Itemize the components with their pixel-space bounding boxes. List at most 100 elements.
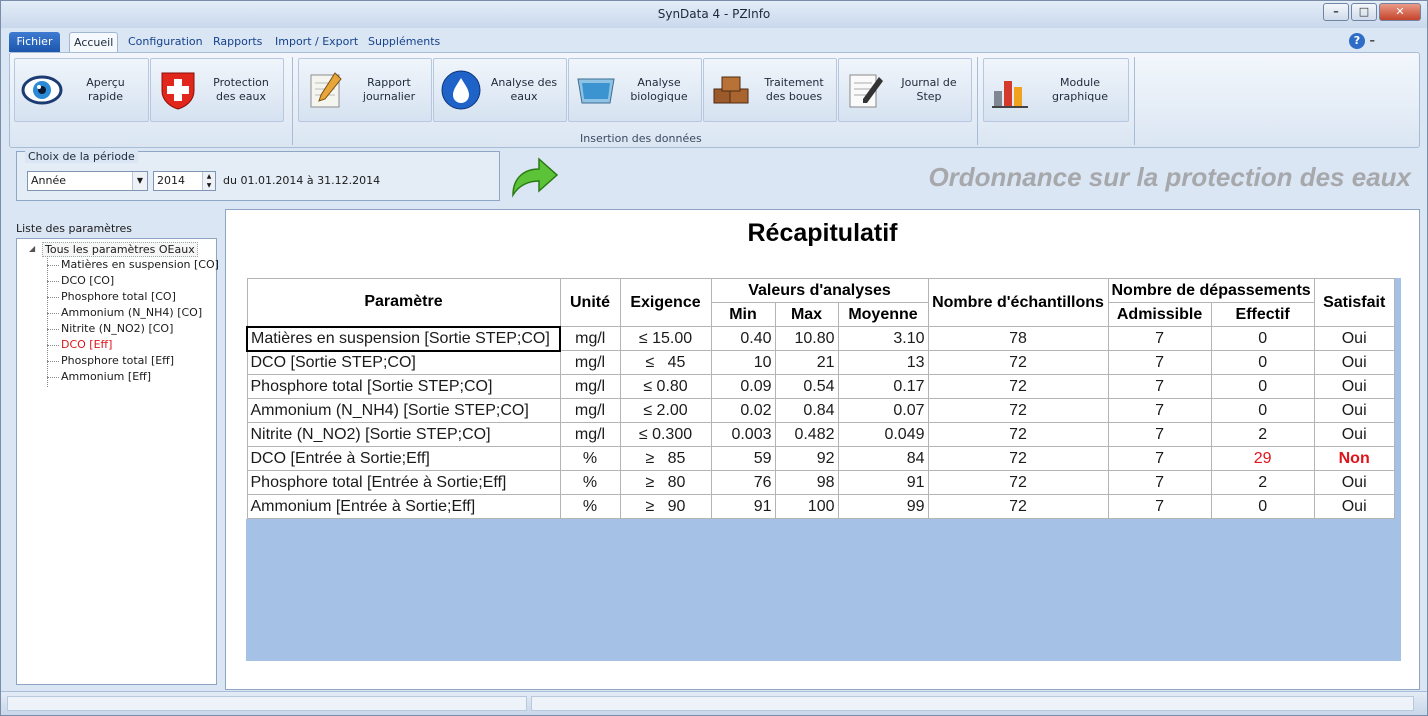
analyse-des-eaux-button[interactable]: Analyse des eaux [433,58,567,122]
cell-unite: mg/l [559,350,621,375]
cell-max: 98 [774,470,839,495]
tree-item[interactable]: Ammonium [Eff] [46,370,151,383]
journal-de-step-button[interactable]: Journal de Step [838,58,972,122]
cell-satisfait: Oui [1313,326,1395,351]
tab-import-export[interactable]: Import / Export [271,32,362,52]
apercu-rapide-button[interactable]: Aperçu rapide [14,58,149,122]
tree-item[interactable]: Nitrite (N_NO2) [CO] [46,322,173,335]
summary-table: Paramètre Unité Exigence Valeurs d'analy… [246,278,1395,519]
cell-admissible: 7 [1107,470,1212,495]
table-row[interactable]: Phosphore total [Entrée à Sortie;Eff] % … [246,470,1395,495]
cell-effectif: 0 [1210,374,1315,399]
cell-admissible: 7 [1107,326,1212,351]
cell-param[interactable]: DCO [Sortie STEP;CO] [246,350,561,375]
cell-param[interactable]: Phosphore total [Sortie STEP;CO] [246,374,561,399]
analyse-biologique-button[interactable]: Analyse biologique [568,58,702,122]
col-header-max[interactable]: Max [774,302,839,327]
rapport-journalier-button[interactable]: Rapport journalier [298,58,432,122]
close-icon[interactable]: ✕ [1379,3,1421,21]
cell-echantillons: 72 [927,422,1109,447]
title-bar: SynData 4 - PZInfo – □ ✕ [1,1,1427,28]
tab-fichier[interactable]: Fichier [9,32,60,52]
tab-accueil[interactable]: Accueil [69,32,119,52]
help-icon[interactable]: ? [1349,33,1365,49]
table-row[interactable]: Ammonium [Entrée à Sortie;Eff] % ≥ 90 91… [246,494,1395,519]
cell-max: 0.54 [774,374,839,399]
tab-supplements[interactable]: Suppléments [364,32,444,52]
cell-exigence: ≤ 0.300 [619,422,712,447]
ribbon-separator [292,57,293,145]
analyse-eaux-label: Analyse des eaux [490,76,558,103]
cell-param[interactable]: DCO [Entrée à Sortie;Eff] [246,446,561,471]
maximize-icon[interactable]: □ [1351,3,1377,21]
table-row[interactable]: Phosphore total [Sortie STEP;CO] mg/l ≤ … [246,374,1395,399]
notepad-pencil-icon [310,72,342,108]
traitement-des-boues-button[interactable]: Traitement des boues [703,58,837,122]
apply-arrow-icon[interactable] [507,153,561,201]
cell-exigence: ≤ 45 [619,350,712,375]
cell-param[interactable]: Ammonium (N_NH4) [Sortie STEP;CO] [246,398,561,423]
chevron-down-icon[interactable]: ▼ [132,172,147,190]
table-row[interactable]: DCO [Entrée à Sortie;Eff] % ≥ 85 59 92 8… [246,446,1395,471]
cell-param[interactable]: Ammonium [Entrée à Sortie;Eff] [246,494,561,519]
cell-satisfait: Oui [1313,494,1395,519]
year-stepper[interactable]: 2014 ▲ ▼ [153,171,216,191]
cell-exigence: ≤ 2.00 [619,398,712,423]
status-cell [531,696,1414,711]
cell-min: 0.003 [710,422,776,447]
table-row[interactable]: Matières en suspension [Sortie STEP;CO] … [246,325,1395,352]
minimize-ribbon-icon[interactable]: – [1370,34,1376,47]
minimize-icon[interactable]: – [1323,3,1349,21]
col-header-effectif[interactable]: Effectif [1210,302,1315,327]
cell-max: 0.482 [774,422,839,447]
stepper-arrows-icon[interactable]: ▲ ▼ [202,172,215,190]
cell-param[interactable]: Phosphore total [Entrée à Sortie;Eff] [246,470,561,495]
tree-root[interactable]: Tous les paramètres OEaux [42,242,198,257]
cell-param[interactable]: Matières en suspension [Sortie STEP;CO] [246,325,561,352]
tree-item[interactable]: Ammonium (N_NH4) [CO] [46,306,202,319]
app-window: SynData 4 - PZInfo – □ ✕ Fichier Accueil… [0,0,1428,716]
col-header-parametre[interactable]: Paramètre [246,278,561,327]
tree-item[interactable]: Phosphore total [Eff] [46,354,174,367]
tab-rapports[interactable]: Rapports [209,32,266,52]
ordinance-banner: Ordonnance sur la protection des eaux [928,162,1411,192]
module-graphique-button[interactable]: Module graphique [983,58,1129,122]
cell-param[interactable]: Nitrite (N_NO2) [Sortie STEP;CO] [246,422,561,447]
period-type-select[interactable]: Année ▼ [27,171,148,191]
col-header-satisfait[interactable]: Satisfait [1313,278,1395,327]
period-groupbox: Choix de la période Année ▼ 2014 ▲ ▼ du 0… [16,150,500,201]
tree-expand-icon[interactable]: ◢ [29,244,35,253]
table-row[interactable]: Ammonium (N_NH4) [Sortie STEP;CO] mg/l ≤… [246,398,1395,423]
table-row[interactable]: DCO [Sortie STEP;CO] mg/l ≤ 45 10 21 13 … [246,350,1395,375]
table-row[interactable]: Nitrite (N_NO2) [Sortie STEP;CO] mg/l ≤ … [246,422,1395,447]
tree-item[interactable]: Phosphore total [CO] [47,290,176,303]
page-title: Récapitulatif [747,219,898,247]
protection-des-eaux-button[interactable]: Protection des eaux [150,58,284,122]
tree-item-failing[interactable]: DCO [Eff] [46,338,112,351]
cell-unite: mg/l [559,398,621,423]
col-header-unite[interactable]: Unité [559,278,621,327]
ribbon-tabs: Fichier Accueil Configuration Rapports I… [1,28,1427,52]
tree-item[interactable]: DCO [CO] [46,274,114,287]
col-header-exigence[interactable]: Exigence [619,278,712,327]
period-range: du 01.01.2014 à 31.12.2014 [223,174,381,187]
cell-moyenne: 0.17 [837,374,929,399]
cell-effectif: 2 [1210,422,1315,447]
window-controls: – □ ✕ [1321,3,1421,21]
col-header-min[interactable]: Min [710,302,776,327]
cell-unite: % [559,494,621,519]
cell-effectif: 0 [1210,494,1315,519]
apercu-label: Aperçu rapide [86,76,125,103]
col-header-echantillons[interactable]: Nombre d'échantillons [927,278,1109,327]
cell-exigence: ≥ 80 [619,470,712,495]
col-header-moyenne[interactable]: Moyenne [837,302,929,327]
cell-effectif: 0 [1210,326,1315,351]
tab-configuration[interactable]: Configuration [124,32,207,52]
col-header-admissible[interactable]: Admissible [1107,302,1212,327]
cell-moyenne: 13 [837,350,929,375]
cell-min: 91 [710,494,776,519]
cell-satisfait: Oui [1313,398,1395,423]
analyse-bio-label: Analyse biologique [630,76,688,103]
cell-exigence: ≥ 85 [619,446,712,471]
tree-item[interactable]: Matières en suspension [CO] [47,258,219,271]
